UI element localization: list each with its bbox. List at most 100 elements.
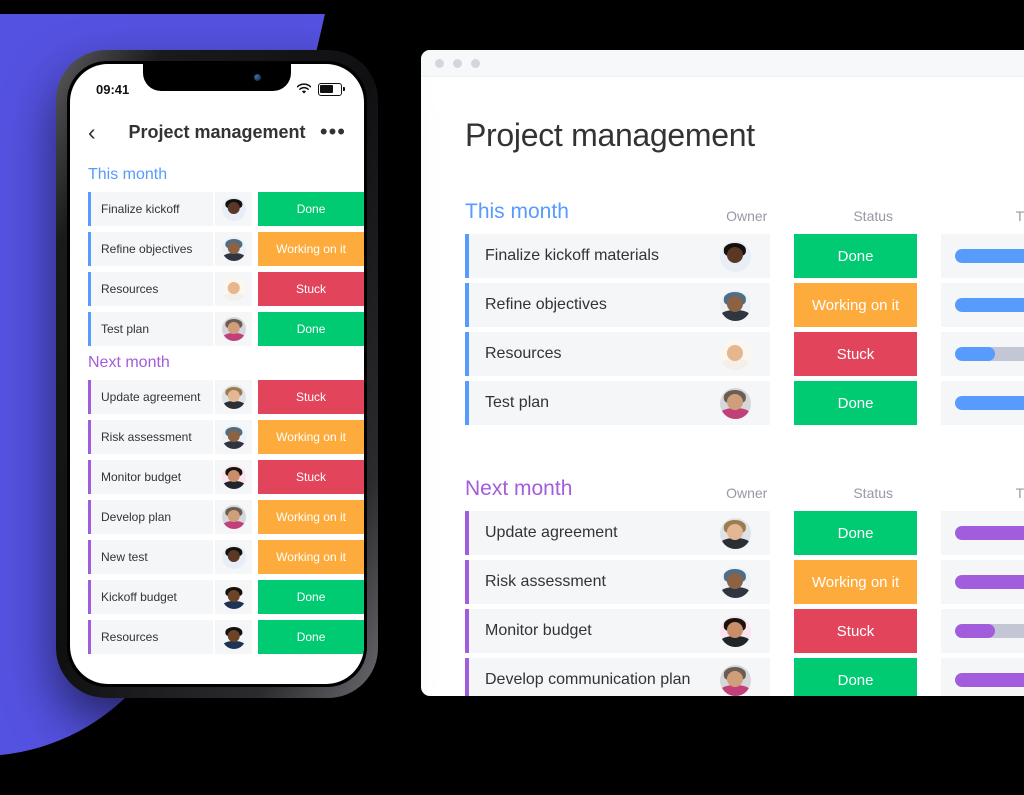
task-name-cell[interactable]: Update agreement <box>465 511 700 555</box>
avatar[interactable] <box>221 425 246 449</box>
phone-owner-cell[interactable] <box>215 540 253 574</box>
timeline-cell[interactable] <box>940 283 1024 327</box>
table-row[interactable]: Risk assessment Working on it <box>465 560 1024 604</box>
phone-task-name[interactable]: Resources <box>88 620 214 654</box>
task-name-cell[interactable]: Resources <box>465 332 700 376</box>
phone-task-name[interactable]: Monitor budget <box>88 460 214 494</box>
timeline-cell[interactable] <box>940 234 1024 278</box>
table-row[interactable]: Develop communication plan Done <box>465 658 1024 696</box>
status-badge[interactable]: Stuck <box>794 332 917 376</box>
avatar[interactable] <box>719 289 751 321</box>
phone-status-badge[interactable]: Working on it <box>258 420 364 454</box>
phone-task-name[interactable]: Resources <box>88 272 214 306</box>
phone-list-item[interactable]: Resources Stuck <box>88 272 364 306</box>
owner-cell[interactable] <box>699 234 771 278</box>
avatar[interactable] <box>719 240 751 272</box>
table-row[interactable]: Finalize kickoff materials Done <box>465 234 1024 278</box>
phone-list-item[interactable]: New test Working on it <box>88 540 364 574</box>
avatar[interactable] <box>719 338 751 370</box>
phone-list-item[interactable]: Update agreement Stuck <box>88 380 364 414</box>
phone-task-name[interactable]: Test plan <box>88 312 214 346</box>
phone-owner-cell[interactable] <box>215 192 253 226</box>
status-badge[interactable]: Stuck <box>794 609 917 653</box>
phone-owner-cell[interactable] <box>215 500 253 534</box>
phone-status-badge[interactable]: Working on it <box>258 232 364 266</box>
avatar[interactable] <box>719 615 751 647</box>
timeline-cell[interactable] <box>940 511 1024 555</box>
status-badge[interactable]: Working on it <box>794 283 917 327</box>
phone-status-badge[interactable]: Working on it <box>258 500 364 534</box>
avatar[interactable] <box>221 317 246 341</box>
task-name-cell[interactable]: Finalize kickoff materials <box>465 234 700 278</box>
status-badge[interactable]: Done <box>794 658 917 696</box>
more-options-button[interactable]: ••• <box>316 120 346 142</box>
task-name-cell[interactable]: Test plan <box>465 381 700 425</box>
table-row[interactable]: Refine objectives Working on it <box>465 283 1024 327</box>
phone-status-badge[interactable]: Stuck <box>258 460 364 494</box>
avatar[interactable] <box>221 197 246 221</box>
avatar[interactable] <box>221 545 246 569</box>
avatar[interactable] <box>719 664 751 696</box>
avatar[interactable] <box>221 465 246 489</box>
avatar[interactable] <box>221 385 246 409</box>
status-badge[interactable]: Done <box>794 381 917 425</box>
phone-status-badge[interactable]: Done <box>258 620 364 654</box>
phone-task-name[interactable]: Refine objectives <box>88 232 214 266</box>
phone-owner-cell[interactable] <box>215 420 253 454</box>
phone-task-name[interactable]: Update agreement <box>88 380 214 414</box>
avatar[interactable] <box>719 566 751 598</box>
timeline-cell[interactable] <box>940 609 1024 653</box>
status-badge[interactable]: Done <box>794 511 917 555</box>
task-name-cell[interactable]: Refine objectives <box>465 283 700 327</box>
owner-cell[interactable] <box>699 332 771 376</box>
phone-owner-cell[interactable] <box>215 580 253 614</box>
phone-status-badge[interactable]: Stuck <box>258 380 364 414</box>
phone-owner-cell[interactable] <box>215 312 253 346</box>
status-badge[interactable]: Done <box>794 234 917 278</box>
phone-owner-cell[interactable] <box>215 380 253 414</box>
timeline-cell[interactable] <box>940 381 1024 425</box>
phone-task-name[interactable]: New test <box>88 540 214 574</box>
phone-list-item[interactable]: Resources Done <box>88 620 364 654</box>
avatar[interactable] <box>221 585 246 609</box>
avatar[interactable] <box>221 237 246 261</box>
phone-status-badge[interactable]: Stuck <box>258 272 364 306</box>
avatar[interactable] <box>221 505 246 529</box>
phone-task-name[interactable]: Kickoff budget <box>88 580 214 614</box>
window-minimize-dot[interactable] <box>453 58 462 68</box>
phone-task-name[interactable]: Risk assessment <box>88 420 214 454</box>
phone-owner-cell[interactable] <box>215 272 253 306</box>
phone-list-item[interactable]: Risk assessment Working on it <box>88 420 364 454</box>
timeline-cell[interactable] <box>940 332 1024 376</box>
avatar[interactable] <box>719 517 751 549</box>
phone-status-badge[interactable]: Done <box>258 312 364 346</box>
table-row[interactable]: Update agreement Done <box>465 511 1024 555</box>
avatar[interactable] <box>221 277 246 301</box>
phone-owner-cell[interactable] <box>215 232 253 266</box>
phone-list-item[interactable]: Test plan Done <box>88 312 364 346</box>
phone-task-name[interactable]: Develop plan <box>88 500 214 534</box>
avatar[interactable] <box>719 387 751 419</box>
status-badge[interactable]: Working on it <box>794 560 917 604</box>
phone-status-badge[interactable]: Done <box>258 580 364 614</box>
phone-owner-cell[interactable] <box>215 620 253 654</box>
window-close-dot[interactable] <box>435 58 444 68</box>
timeline-cell[interactable] <box>940 560 1024 604</box>
owner-cell[interactable] <box>699 511 771 555</box>
avatar[interactable] <box>221 625 246 649</box>
owner-cell[interactable] <box>699 283 771 327</box>
timeline-cell[interactable] <box>940 658 1024 696</box>
phone-list-item[interactable]: Finalize kickoff Done <box>88 192 364 226</box>
phone-owner-cell[interactable] <box>215 460 253 494</box>
table-row[interactable]: Monitor budget Stuck <box>465 609 1024 653</box>
phone-status-badge[interactable]: Done <box>258 192 364 226</box>
owner-cell[interactable] <box>699 560 771 604</box>
table-row[interactable]: Resources Stuck <box>465 332 1024 376</box>
task-name-cell[interactable]: Monitor budget <box>465 609 700 653</box>
phone-list-item[interactable]: Kickoff budget Done <box>88 580 364 614</box>
table-row[interactable]: Test plan Done <box>465 381 1024 425</box>
owner-cell[interactable] <box>699 658 771 696</box>
window-maximize-dot[interactable] <box>471 58 480 68</box>
task-name-cell[interactable]: Risk assessment <box>465 560 700 604</box>
phone-list-item[interactable]: Monitor budget Stuck <box>88 460 364 494</box>
